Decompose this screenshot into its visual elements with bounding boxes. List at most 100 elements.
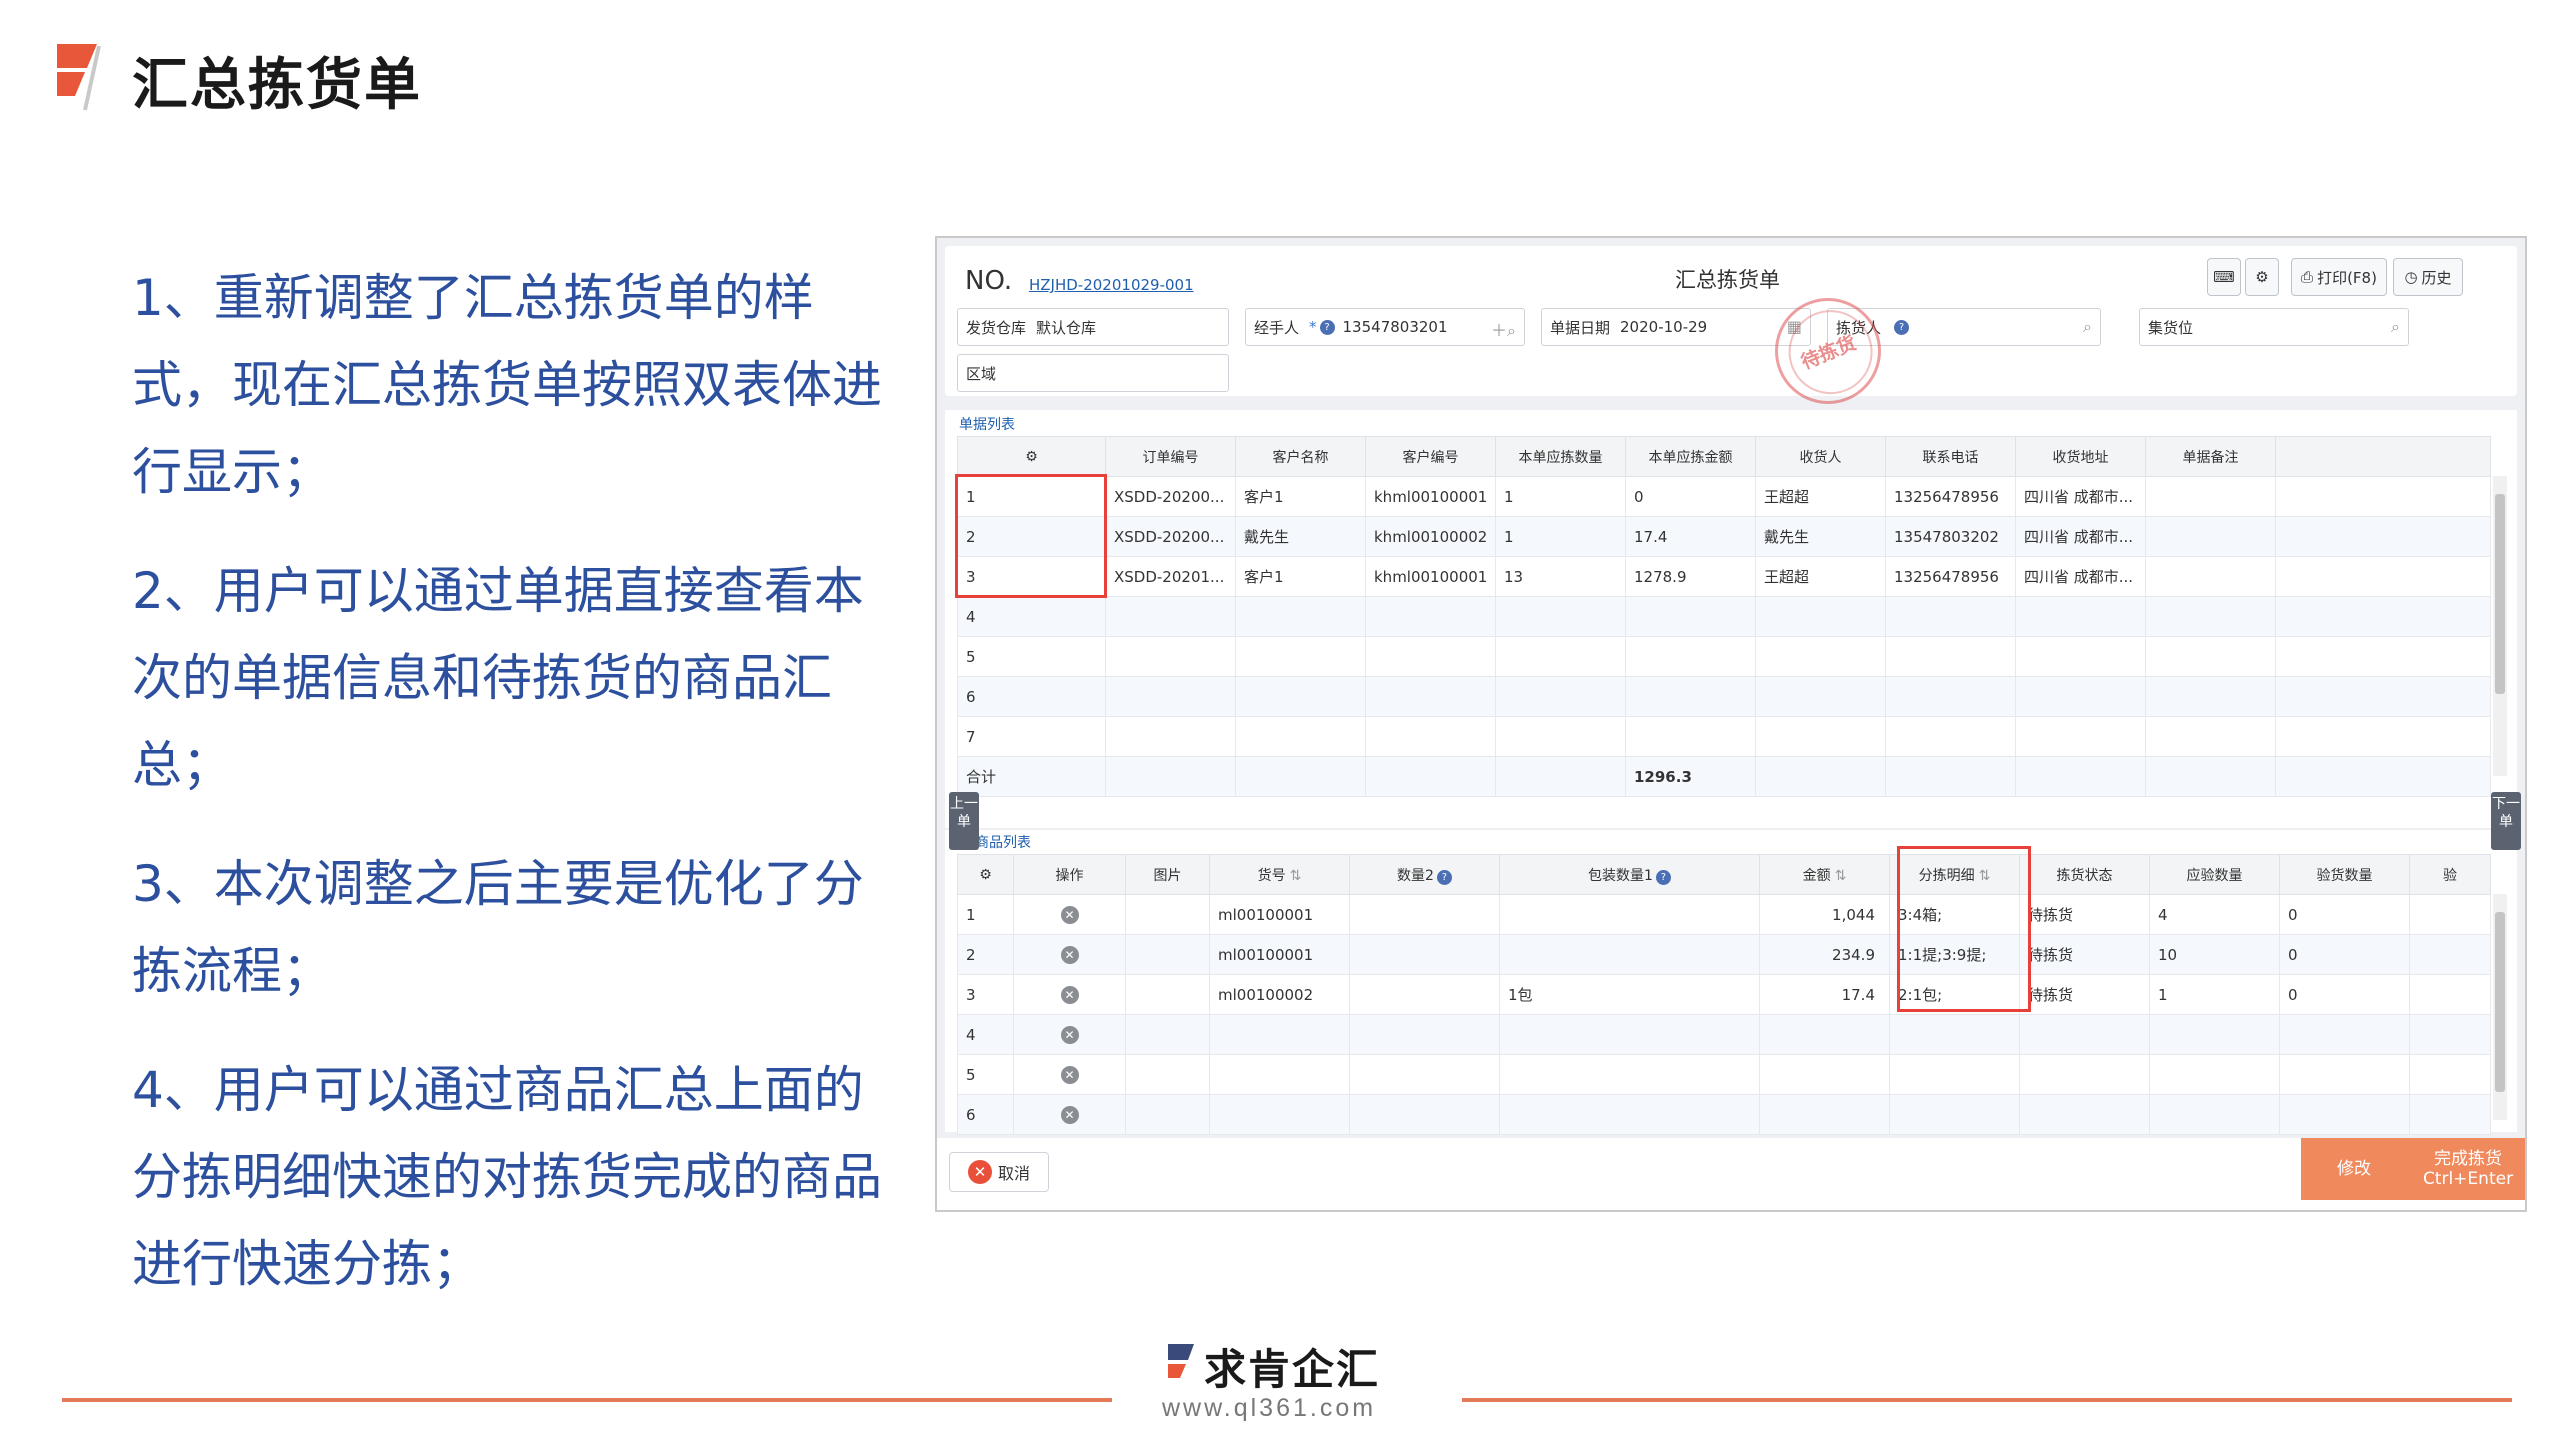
table-row[interactable]: 1 ✕ ml00100001 1,044 3:4箱; 待拣货 4 0 bbox=[957, 894, 2491, 935]
column-header[interactable]: 本单应拣数量 bbox=[1495, 436, 1626, 477]
document-table: ⚙ 订单编号 客户名称 客户编号 本单应拣数量 本单应拣金额 收货人 联系电话 … bbox=[957, 436, 2491, 797]
delete-action[interactable]: ✕ bbox=[1013, 1014, 1126, 1055]
column-header[interactable]: 客户名称 bbox=[1235, 436, 1366, 477]
delete-action[interactable]: ✕ bbox=[1013, 894, 1126, 935]
section-label: 单据列表 bbox=[959, 417, 1015, 433]
keyboard-button[interactable]: ⌨ bbox=[2207, 258, 2241, 296]
receiver: 戴先生 bbox=[1755, 516, 1886, 557]
scrollbar-thumb[interactable] bbox=[2495, 912, 2505, 1092]
warehouse-field[interactable]: 发货仓库 默认仓库 bbox=[957, 308, 1229, 346]
print-button[interactable]: ⎙ 打印(F8) bbox=[2291, 258, 2387, 296]
column-header[interactable]: 本单应拣金额 bbox=[1625, 436, 1756, 477]
checked-qty[interactable]: 0 bbox=[2279, 894, 2410, 935]
description-point: 3、本次调整之后主要是优化了分拣流程； bbox=[132, 855, 864, 1000]
delete-action[interactable]: ✕ bbox=[1013, 934, 1126, 975]
column-header[interactable]: 金额 ⇅ bbox=[1759, 854, 1890, 895]
table-header-row: ⚙ 操作 图片 货号 ⇅ 数量2? 包装数量1? 金额 ⇅ 分拣明细 ⇅ 拣货状态 应… bbox=[957, 854, 2491, 895]
finish-shortcut: Ctrl+Enter bbox=[2422, 1169, 2514, 1189]
table-row[interactable]: 4 ✕ bbox=[957, 1014, 2491, 1055]
table-row[interactable]: 1 XSDD-20200... 客户1 khml00100001 1 0 王超超… bbox=[957, 476, 2491, 517]
customer-name: 客户1 bbox=[1235, 476, 1366, 517]
table-row[interactable]: 2 ✕ ml00100001 234.9 1:1提;3:9提; 待拣货 10 0 bbox=[957, 934, 2491, 975]
table-row[interactable]: 5 bbox=[957, 636, 2491, 677]
checked-qty[interactable]: 0 bbox=[2279, 934, 2410, 975]
sort-icon[interactable]: ⇅ bbox=[1835, 868, 1847, 884]
column-settings[interactable]: ⚙ bbox=[957, 436, 1106, 477]
table-row[interactable]: 2 XSDD-20200... 戴先生 khml00100002 1 17.4 … bbox=[957, 516, 2491, 557]
pick-qty: 1 bbox=[1495, 476, 1626, 517]
previous-document-tab[interactable]: 上一单 bbox=[949, 792, 979, 850]
column-header[interactable]: 验货数量 bbox=[2279, 854, 2410, 895]
customer-number: khml00100001 bbox=[1365, 476, 1496, 517]
required-mark: * bbox=[1309, 318, 1317, 336]
table-row[interactable]: 6 ✕ bbox=[957, 1094, 2491, 1135]
delete-action[interactable]: ✕ bbox=[1013, 1054, 1126, 1095]
keyboard-icon: ⌨ bbox=[2213, 268, 2235, 286]
history-button[interactable]: ◷ 历史 bbox=[2393, 258, 2463, 296]
form-title: 汇总拣货单 bbox=[1675, 268, 1780, 292]
remove-icon[interactable]: ✕ bbox=[1060, 946, 1079, 964]
modify-button[interactable]: 修改 bbox=[2301, 1138, 2407, 1200]
table-row[interactable]: 3 XSDD-20201... 客户1 khml00100001 13 1278… bbox=[957, 556, 2491, 597]
table-row[interactable]: 5 ✕ bbox=[957, 1054, 2491, 1095]
column-header[interactable]: 图片 bbox=[1125, 854, 1210, 895]
location-field[interactable]: 集货位 ⌕ bbox=[2139, 308, 2409, 346]
order-number[interactable]: XSDD-20201... bbox=[1105, 556, 1236, 597]
order-number[interactable]: XSDD-20200... bbox=[1105, 516, 1236, 557]
clock-icon: ◷ bbox=[2404, 268, 2418, 286]
search-icon[interactable]: ⌕ bbox=[2391, 317, 2400, 337]
delete-action[interactable]: ✕ bbox=[1013, 1094, 1126, 1135]
remove-icon[interactable]: ✕ bbox=[1060, 1106, 1079, 1124]
remove-icon[interactable]: ✕ bbox=[1060, 1026, 1079, 1044]
column-header[interactable]: 验 bbox=[2409, 854, 2491, 895]
column-header[interactable]: 应验数量 bbox=[2149, 854, 2280, 895]
pick-amount: 0 bbox=[1625, 476, 1756, 517]
document-number-link[interactable]: HZJHD-20201029-001 bbox=[1029, 276, 1194, 294]
empty-cell bbox=[2275, 516, 2491, 557]
remove-icon[interactable]: ✕ bbox=[1060, 1066, 1079, 1084]
cancel-button[interactable]: ✕ 取消 bbox=[949, 1152, 1049, 1192]
column-header[interactable]: 客户编号 bbox=[1365, 436, 1496, 477]
settings-button[interactable]: ⚙ bbox=[2245, 258, 2279, 296]
remove-icon[interactable]: ✕ bbox=[1060, 906, 1079, 924]
column-header[interactable]: 拣货状态 bbox=[2019, 854, 2150, 895]
column-header[interactable]: 订单编号 bbox=[1105, 436, 1236, 477]
checked-qty[interactable]: 0 bbox=[2279, 974, 2410, 1015]
table-row[interactable]: 6 bbox=[957, 676, 2491, 717]
column-header[interactable]: 数量2? bbox=[1349, 854, 1500, 895]
document-table-scrollbar[interactable] bbox=[2493, 476, 2507, 776]
phone: 13256478956 bbox=[1885, 476, 2016, 517]
printer-icon: ⎙ bbox=[2301, 268, 2314, 286]
check-qty: 10 bbox=[2149, 934, 2280, 975]
table-row[interactable]: 4 bbox=[957, 596, 2491, 637]
delete-action[interactable]: ✕ bbox=[1013, 974, 1126, 1015]
column-header[interactable]: 收货地址 bbox=[2015, 436, 2146, 477]
column-header[interactable]: 单据备注 bbox=[2145, 436, 2276, 477]
next-document-tab[interactable]: 下一单 bbox=[2491, 792, 2521, 850]
print-label: 打印(F8) bbox=[2317, 268, 2377, 287]
plus-search-icon[interactable]: ＋⌕ bbox=[1491, 317, 1516, 341]
date-field[interactable]: 单据日期 2020-10-29 ▦ bbox=[1541, 308, 1811, 346]
handler-field[interactable]: 经手人 * ? 13547803201 ＋⌕ bbox=[1245, 308, 1525, 346]
scrollbar-thumb[interactable] bbox=[2495, 494, 2505, 694]
column-header[interactable]: 货号 ⇅ bbox=[1209, 854, 1350, 895]
column-header[interactable]: 包装数量1? bbox=[1499, 854, 1760, 895]
column-settings[interactable]: ⚙ bbox=[957, 854, 1014, 895]
pack-qty: 1包 bbox=[1499, 974, 1760, 1015]
area-field[interactable]: 区域 bbox=[957, 354, 1229, 392]
column-header[interactable]: 收货人 bbox=[1755, 436, 1886, 477]
column-header[interactable]: 操作 bbox=[1013, 854, 1126, 895]
status-stamp: 待拣货 bbox=[1759, 282, 1897, 420]
footer-brand: 求肯企汇 bbox=[1204, 1345, 1381, 1394]
table-row[interactable]: 7 bbox=[957, 716, 2491, 757]
sort-icon[interactable]: ⇅ bbox=[1290, 868, 1302, 884]
order-number[interactable]: XSDD-20200... bbox=[1105, 476, 1236, 517]
remove-icon[interactable]: ✕ bbox=[1060, 986, 1079, 1004]
no-label: NO. bbox=[965, 266, 1013, 296]
description-point: 4、用户可以通过商品汇总上面的分拣明细快速的对拣货完成的商品进行快速分拣； bbox=[132, 1061, 882, 1293]
column-header[interactable]: 联系电话 bbox=[1885, 436, 2016, 477]
goods-table-scrollbar[interactable] bbox=[2493, 894, 2507, 1120]
search-icon[interactable]: ⌕ bbox=[2083, 317, 2092, 337]
table-row[interactable]: 3 ✕ ml00100002 1包 17.4 2:1包; 待拣货 1 0 bbox=[957, 974, 2491, 1015]
finish-pick-button[interactable]: 完成拣货 Ctrl+Enter bbox=[2407, 1138, 2525, 1200]
